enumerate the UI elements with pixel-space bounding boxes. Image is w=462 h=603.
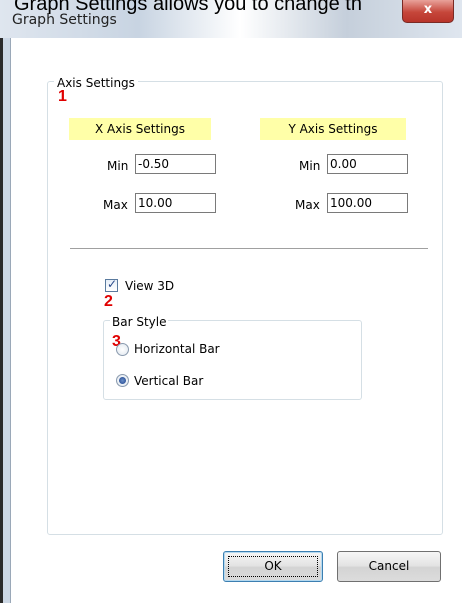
focus-rectangle [228,556,318,577]
view-3d-label[interactable]: View 3D [125,278,174,294]
x-axis-header: X Axis Settings [69,118,211,140]
y-max-label: Max [295,198,320,212]
vertical-bar-label[interactable]: Vertical Bar [134,373,203,389]
caption-text: Graph Settings allows you to change th [14,0,362,15]
x-max-label: Max [103,198,128,212]
horizontal-bar-label[interactable]: Horizontal Bar [134,341,220,357]
x-min-input[interactable]: -0.50 [135,154,216,174]
x-max-input[interactable]: 10.00 [135,193,216,213]
horizontal-bar-radio[interactable] [116,343,129,356]
marker-1: 1 [58,88,67,105]
divider [70,248,428,250]
view-3d-checkbox[interactable]: ✓ [105,277,118,292]
y-max-input[interactable]: 100.00 [327,193,408,213]
ok-button[interactable]: OK [223,551,323,582]
y-min-label: Min [299,159,321,173]
cancel-button-label: Cancel [368,559,410,573]
y-axis-header: Y Axis Settings [260,118,406,140]
checkmark-icon: ✓ [107,277,118,291]
y-min-input[interactable]: 0.00 [327,154,408,174]
cancel-button[interactable]: Cancel [337,551,441,582]
window-frame-edge [0,38,3,603]
x-min-label: Min [107,159,129,173]
bar-style-legend: Bar Style [110,315,169,329]
radio-selected-dot [119,377,126,384]
vertical-bar-radio[interactable] [116,374,129,387]
marker-2: 2 [104,293,113,310]
